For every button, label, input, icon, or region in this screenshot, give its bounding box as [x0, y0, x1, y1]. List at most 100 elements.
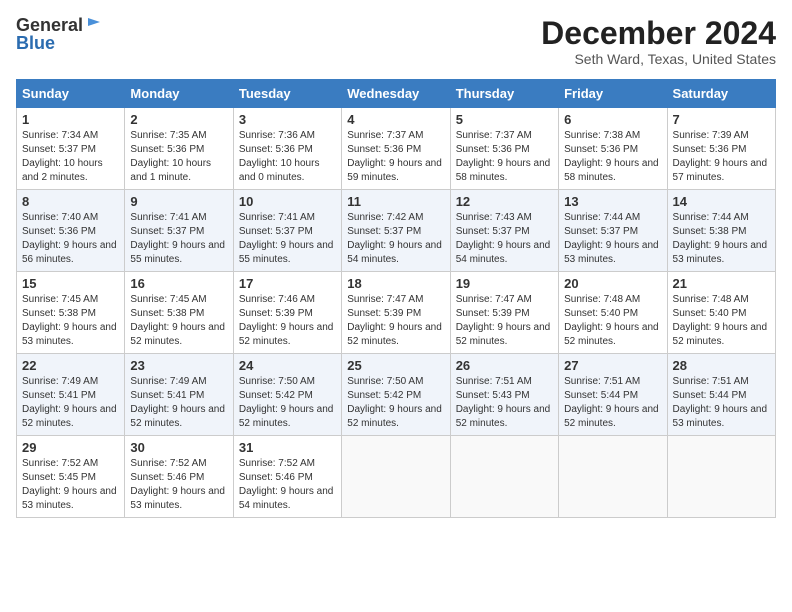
day-header-thursday: Thursday [450, 80, 558, 108]
calendar-cell: 24Sunrise: 7:50 AM Sunset: 5:42 PM Dayli… [233, 354, 341, 436]
calendar-cell: 25Sunrise: 7:50 AM Sunset: 5:42 PM Dayli… [342, 354, 450, 436]
day-number: 29 [22, 440, 119, 455]
day-number: 25 [347, 358, 444, 373]
calendar-cell [559, 436, 667, 518]
calendar-cell: 4 Sunrise: 7:37 AM Sunset: 5:36 PM Daylig… [342, 108, 450, 190]
day-number: 30 [130, 440, 227, 455]
month-title: December 2024 [541, 16, 776, 51]
cell-info: Sunrise: 7:36 AM Sunset: 5:36 PM Dayligh… [239, 129, 336, 185]
cell-info: Sunrise: 7:51 AM Sunset: 5:43 PM Dayligh… [456, 375, 553, 431]
calendar-cell: 11Sunrise: 7:42 AM Sunset: 5:37 PM Dayli… [342, 190, 450, 272]
day-header-monday: Monday [125, 80, 233, 108]
cell-info: Sunrise: 7:49 AM Sunset: 5:41 PM Dayligh… [22, 375, 119, 431]
calendar-cell: 31 Sunrise: 7:52 AM Sunset: 5:46 PM Dayli… [233, 436, 341, 518]
calendar-cell: 27 Sunrise: 7:51 AM Sunset: 5:44 PM Dayli… [559, 354, 667, 436]
day-number: 12 [456, 194, 553, 209]
cell-info: Sunrise: 7:52 AM Sunset: 5:46 PM Dayligh… [239, 457, 336, 513]
calendar-cell: 5 Sunrise: 7:37 AM Sunset: 5:36 PM Daylig… [450, 108, 558, 190]
cell-info: Sunrise: 7:45 AM Sunset: 5:38 PM Dayligh… [130, 293, 227, 349]
title-block: December 2024 Seth Ward, Texas, United S… [541, 16, 776, 67]
day-number: 15 [22, 276, 119, 291]
calendar-cell: 22 Sunrise: 7:49 AM Sunset: 5:41 PM Dayli… [17, 354, 125, 436]
day-number: 16 [130, 276, 227, 291]
logo-blue-text: Blue [16, 34, 55, 52]
calendar-cell: 20Sunrise: 7:48 AM Sunset: 5:40 PM Dayli… [559, 272, 667, 354]
calendar-cell: 7Sunrise: 7:39 AM Sunset: 5:36 PM Daylig… [667, 108, 775, 190]
day-number: 24 [239, 358, 336, 373]
calendar-cell: 10 Sunrise: 7:41 AM Sunset: 5:37 PM Dayli… [233, 190, 341, 272]
cell-info: Sunrise: 7:35 AM Sunset: 5:36 PM Dayligh… [130, 129, 227, 185]
cell-info: Sunrise: 7:51 AM Sunset: 5:44 PM Dayligh… [564, 375, 661, 431]
day-number: 23 [130, 358, 227, 373]
cell-info: Sunrise: 7:43 AM Sunset: 5:37 PM Dayligh… [456, 211, 553, 267]
day-number: 21 [673, 276, 770, 291]
logo: General Blue [16, 16, 102, 52]
cell-info: Sunrise: 7:39 AM Sunset: 5:36 PM Dayligh… [673, 129, 770, 185]
day-number: 19 [456, 276, 553, 291]
cell-info: Sunrise: 7:44 AM Sunset: 5:37 PM Dayligh… [564, 211, 661, 267]
day-number: 27 [564, 358, 661, 373]
cell-info: Sunrise: 7:37 AM Sunset: 5:36 PM Dayligh… [347, 129, 444, 185]
day-number: 10 [239, 194, 336, 209]
cell-info: Sunrise: 7:51 AM Sunset: 5:44 PM Dayligh… [673, 375, 770, 431]
calendar-cell: 21 Sunrise: 7:48 AM Sunset: 5:40 PM Dayli… [667, 272, 775, 354]
cell-info: Sunrise: 7:34 AM Sunset: 5:37 PM Dayligh… [22, 129, 119, 185]
calendar-cell: 30 Sunrise: 7:52 AM Sunset: 5:46 PM Dayli… [125, 436, 233, 518]
cell-info: Sunrise: 7:48 AM Sunset: 5:40 PM Dayligh… [673, 293, 770, 349]
day-number: 26 [456, 358, 553, 373]
day-header-tuesday: Tuesday [233, 80, 341, 108]
calendar-cell [450, 436, 558, 518]
day-header-row: SundayMondayTuesdayWednesdayThursdayFrid… [17, 80, 776, 108]
logo-flag-icon [84, 16, 102, 34]
calendar-cell: 3 Sunrise: 7:36 AM Sunset: 5:36 PM Daylig… [233, 108, 341, 190]
calendar-cell: 29Sunrise: 7:52 AM Sunset: 5:45 PM Dayli… [17, 436, 125, 518]
cell-info: Sunrise: 7:45 AM Sunset: 5:38 PM Dayligh… [22, 293, 119, 349]
day-header-saturday: Saturday [667, 80, 775, 108]
cell-info: Sunrise: 7:48 AM Sunset: 5:40 PM Dayligh… [564, 293, 661, 349]
calendar-week-row: 15 Sunrise: 7:45 AM Sunset: 5:38 PM Dayli… [17, 272, 776, 354]
calendar-cell: 15 Sunrise: 7:45 AM Sunset: 5:38 PM Dayli… [17, 272, 125, 354]
calendar-cell [667, 436, 775, 518]
day-number: 4 [347, 112, 444, 127]
calendar-cell: 18 Sunrise: 7:47 AM Sunset: 5:39 PM Dayli… [342, 272, 450, 354]
day-header-friday: Friday [559, 80, 667, 108]
cell-info: Sunrise: 7:49 AM Sunset: 5:41 PM Dayligh… [130, 375, 227, 431]
cell-info: Sunrise: 7:41 AM Sunset: 5:37 PM Dayligh… [239, 211, 336, 267]
day-number: 28 [673, 358, 770, 373]
calendar-cell: 12 Sunrise: 7:43 AM Sunset: 5:37 PM Dayli… [450, 190, 558, 272]
cell-info: Sunrise: 7:42 AM Sunset: 5:37 PM Dayligh… [347, 211, 444, 267]
calendar-week-row: 8Sunrise: 7:40 AM Sunset: 5:36 PM Daylig… [17, 190, 776, 272]
day-number: 9 [130, 194, 227, 209]
calendar-cell: 16 Sunrise: 7:45 AM Sunset: 5:38 PM Dayli… [125, 272, 233, 354]
calendar-cell: 9 Sunrise: 7:41 AM Sunset: 5:37 PM Daylig… [125, 190, 233, 272]
day-number: 22 [22, 358, 119, 373]
cell-info: Sunrise: 7:37 AM Sunset: 5:36 PM Dayligh… [456, 129, 553, 185]
calendar-cell: 26 Sunrise: 7:51 AM Sunset: 5:43 PM Dayli… [450, 354, 558, 436]
day-header-wednesday: Wednesday [342, 80, 450, 108]
day-number: 1 [22, 112, 119, 127]
day-number: 5 [456, 112, 553, 127]
day-number: 18 [347, 276, 444, 291]
calendar-cell: 28 Sunrise: 7:51 AM Sunset: 5:44 PM Dayli… [667, 354, 775, 436]
cell-info: Sunrise: 7:44 AM Sunset: 5:38 PM Dayligh… [673, 211, 770, 267]
calendar-week-row: 29Sunrise: 7:52 AM Sunset: 5:45 PM Dayli… [17, 436, 776, 518]
page-header: General Blue December 2024 Seth Ward, Te… [16, 16, 776, 67]
calendar-table: SundayMondayTuesdayWednesdayThursdayFrid… [16, 79, 776, 518]
day-number: 13 [564, 194, 661, 209]
day-number: 8 [22, 194, 119, 209]
calendar-cell: 14Sunrise: 7:44 AM Sunset: 5:38 PM Dayli… [667, 190, 775, 272]
cell-info: Sunrise: 7:41 AM Sunset: 5:37 PM Dayligh… [130, 211, 227, 267]
logo-general-text: General [16, 16, 83, 34]
day-number: 31 [239, 440, 336, 455]
cell-info: Sunrise: 7:47 AM Sunset: 5:39 PM Dayligh… [347, 293, 444, 349]
calendar-cell: 2Sunrise: 7:35 AM Sunset: 5:36 PM Daylig… [125, 108, 233, 190]
cell-info: Sunrise: 7:52 AM Sunset: 5:46 PM Dayligh… [130, 457, 227, 513]
calendar-cell: 1 Sunrise: 7:34 AM Sunset: 5:37 PM Daylig… [17, 108, 125, 190]
calendar-cell [342, 436, 450, 518]
calendar-week-row: 1 Sunrise: 7:34 AM Sunset: 5:37 PM Daylig… [17, 108, 776, 190]
calendar-week-row: 22 Sunrise: 7:49 AM Sunset: 5:41 PM Dayli… [17, 354, 776, 436]
cell-info: Sunrise: 7:47 AM Sunset: 5:39 PM Dayligh… [456, 293, 553, 349]
day-number: 17 [239, 276, 336, 291]
day-header-sunday: Sunday [17, 80, 125, 108]
day-number: 3 [239, 112, 336, 127]
